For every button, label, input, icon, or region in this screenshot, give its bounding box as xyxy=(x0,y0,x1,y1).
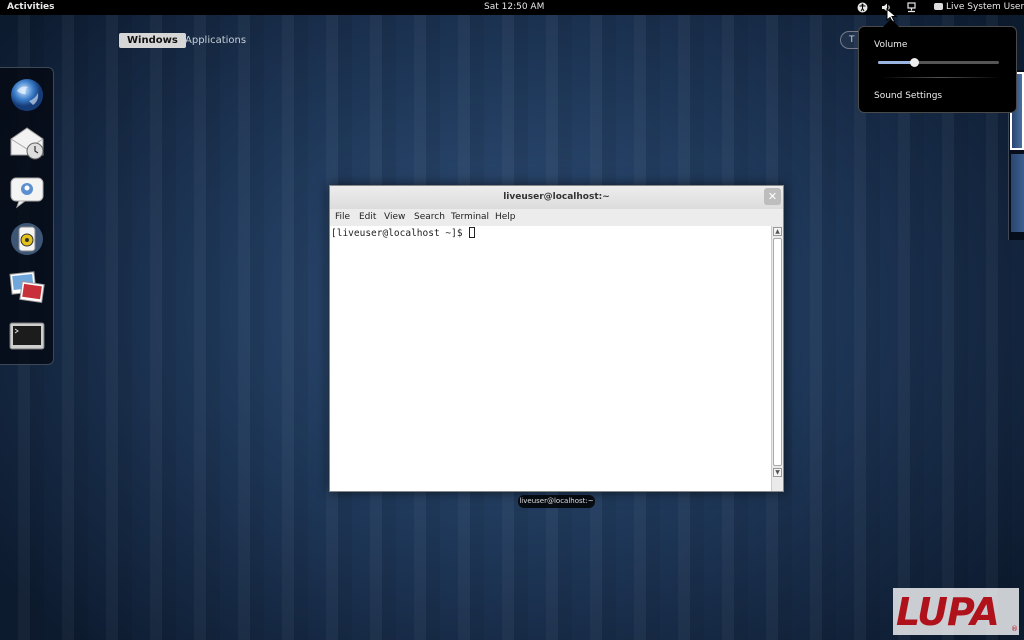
menu-file[interactable]: File xyxy=(335,212,350,222)
accessibility-icon[interactable] xyxy=(857,2,868,13)
text-cursor xyxy=(469,227,476,238)
menu-terminal[interactable]: Terminal xyxy=(451,212,489,222)
menu-separator xyxy=(881,77,1001,78)
volume-slider[interactable] xyxy=(878,58,999,67)
terminal-area[interactable]: [liveuser@localhost ~]$ xyxy=(330,226,771,491)
shotwell-photos-icon[interactable] xyxy=(9,269,45,305)
shell-prompt: [liveuser@localhost ~]$ xyxy=(331,227,476,239)
terminal-icon[interactable] xyxy=(9,318,45,354)
volume-slider-handle[interactable] xyxy=(910,58,920,67)
menu-arrow xyxy=(883,19,899,27)
registered-mark: ® xyxy=(1011,625,1018,633)
tab-windows[interactable]: Windows xyxy=(119,33,186,48)
top-panel: Activities Sat 12:50 AM Live System User xyxy=(0,0,1024,24)
chat-status-icon xyxy=(934,3,943,10)
activities-button[interactable]: Activities xyxy=(7,2,55,12)
rhythmbox-icon[interactable] xyxy=(9,221,45,257)
evolution-mail-icon[interactable] xyxy=(9,125,45,161)
network-icon[interactable] xyxy=(906,2,917,13)
volume-slider-fill xyxy=(878,61,915,64)
close-button[interactable]: ✕ xyxy=(764,188,781,205)
firefox-icon[interactable] xyxy=(9,77,45,113)
volume-label: Volume xyxy=(874,40,908,50)
close-icon: ✕ xyxy=(767,190,778,203)
menu-edit[interactable]: Edit xyxy=(359,212,376,222)
window-caption: liveuser@localhost:~ xyxy=(518,495,595,508)
menu-help[interactable]: Help xyxy=(495,212,516,222)
scrollbar[interactable]: ▲ ▼ xyxy=(771,226,783,491)
scroll-up-icon[interactable]: ▲ xyxy=(773,227,782,236)
workspace-thumbnail-2[interactable] xyxy=(1011,154,1024,232)
window-title: liveuser@localhost:~ xyxy=(503,192,610,202)
logo-text: LUPA xyxy=(896,590,1000,634)
window-titlebar[interactable]: liveuser@localhost:~ ✕ xyxy=(330,186,783,209)
sound-settings-item[interactable]: Sound Settings xyxy=(874,91,942,101)
volume-menu: Volume Sound Settings xyxy=(858,19,1017,113)
tab-applications[interactable]: Applications xyxy=(177,33,254,48)
menubar: File Edit View Search Terminal Help xyxy=(330,209,783,226)
prompt-text: [liveuser@localhost ~]$ xyxy=(331,228,469,239)
user-menu[interactable]: Live System User xyxy=(934,2,1024,12)
menu-view[interactable]: View xyxy=(384,212,405,222)
scrollbar-thumb[interactable] xyxy=(773,238,782,466)
scroll-down-icon[interactable]: ▼ xyxy=(773,468,782,477)
terminal-window[interactable]: liveuser@localhost:~ ✕ File Edit View Se… xyxy=(329,185,784,492)
clock[interactable]: Sat 12:50 AM xyxy=(484,2,544,12)
empathy-chat-icon[interactable] xyxy=(9,173,45,209)
watermark-logo: LUPA ® xyxy=(893,588,1019,635)
dash xyxy=(0,67,54,365)
menu-search[interactable]: Search xyxy=(414,212,445,222)
user-name: Live System User xyxy=(946,2,1024,12)
